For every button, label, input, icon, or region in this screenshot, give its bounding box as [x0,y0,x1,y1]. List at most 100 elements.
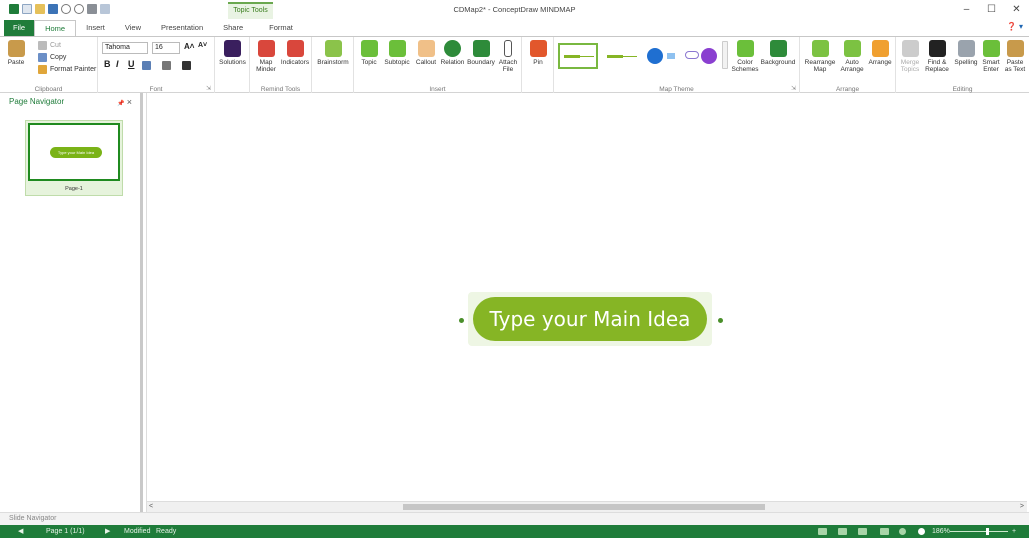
align-icon[interactable] [142,61,151,70]
zoom-slider[interactable] [950,531,1008,532]
zoom-in-icon[interactable]: + [1012,525,1016,538]
save-icon[interactable] [48,4,58,14]
app-icon[interactable] [9,4,19,14]
callout-button[interactable]: Callout [413,40,439,66]
page-thumbnail[interactable]: Type your Main Idea Page-1 [25,120,123,196]
map-canvas[interactable]: Type your Main Idea < > [146,93,1029,512]
background-label: Background [760,59,796,66]
view-dot-icon[interactable] [918,528,925,535]
spelling-button[interactable]: Spelling [953,40,979,66]
highlight-color-icon[interactable] [162,61,171,70]
view-presentation-icon[interactable] [880,528,889,535]
bold-button[interactable]: B [104,59,111,69]
background-button[interactable]: Background [760,40,796,66]
find-replace-button[interactable]: Find & Replace [922,40,952,73]
italic-button[interactable]: I [116,59,119,69]
merge-topics-button[interactable]: Merge Topics [898,40,922,73]
brainstorm-label: Brainstorm [317,59,349,66]
scroll-left-icon[interactable]: < [149,502,153,512]
font-size-select[interactable]: 16 [152,42,180,54]
undo-icon[interactable] [61,4,71,14]
pin-button[interactable]: Pin [528,40,548,66]
solutions-button[interactable]: Solutions [217,40,248,66]
horizontal-scrollbar[interactable]: < > [147,501,1027,512]
tab-insert[interactable]: Insert [76,20,115,36]
tab-file[interactable]: File [4,20,35,36]
close-panel-icon[interactable]: × [127,97,132,107]
map-theme-dialog-launcher-icon[interactable]: ⇲ [791,85,796,92]
scroll-right-icon[interactable]: > [1020,502,1024,512]
right-add-handle[interactable] [718,318,723,323]
font-dialog-launcher-icon[interactable]: ⇲ [206,85,211,92]
topic-button[interactable]: Topic [358,40,380,66]
new-file-icon[interactable] [22,4,32,14]
underline-button[interactable]: U [128,59,135,69]
thumbnail-main-topic: Type your Main Idea [50,147,102,158]
grow-font-button[interactable]: A˄ [184,42,194,51]
format-painter-button[interactable]: Format Painter [38,65,96,74]
tab-format[interactable]: Format [259,20,303,36]
callout-icon [417,40,435,57]
indicators-button[interactable]: Indicators [281,40,309,66]
auto-arrange-button[interactable]: Auto Arrange [838,40,866,73]
font-color-icon[interactable] [182,61,191,70]
rearrange-map-button[interactable]: Rearrange Map [803,40,837,73]
view-circle-icon[interactable] [899,528,906,535]
slide-navigator-tab[interactable]: Slide Navigator [0,512,1029,525]
copy-icon [38,53,47,62]
arrange-button[interactable]: Arrange [866,40,894,66]
maximize-button[interactable]: ☐ [979,0,1004,19]
shrink-font-button[interactable]: A˅ [198,42,207,49]
view-fit-icon[interactable] [858,528,867,535]
brainstorm-button[interactable]: Brainstorm [315,40,351,66]
group-arrange: Rearrange Map Auto Arrange Arrange Arran… [800,37,896,94]
left-add-handle[interactable] [459,318,464,323]
close-button[interactable]: ✕ [1004,0,1029,19]
open-icon[interactable] [35,4,45,14]
map-theme-group-label: Map Theme [659,86,694,93]
theme-blue-circle[interactable] [642,43,682,69]
group-editing: Merge Topics Find & Replace Spelling Sma… [896,37,1029,94]
font-family-select[interactable]: Tahoma [102,42,148,54]
view-normal-icon[interactable] [818,528,827,535]
print-preview-icon[interactable] [100,4,110,14]
view-outline-icon[interactable] [838,528,847,535]
theme-purple-ellipse[interactable] [682,43,722,69]
attach-file-button[interactable]: Attach File [497,40,519,73]
copy-button[interactable]: Copy [38,53,66,62]
relation-button[interactable]: Relation [439,40,466,66]
theme-gallery-scroll-icon[interactable] [722,41,728,69]
cut-button[interactable]: Cut [38,41,61,50]
main-topic[interactable]: Type your Main Idea [468,292,712,346]
arrange-label: Arrange [868,59,892,66]
theme-green-line[interactable] [558,43,598,69]
brainstorm-icon [324,40,342,57]
paste-button[interactable]: Paste [4,40,28,66]
paste-as-text-button[interactable]: Paste as Text [1003,40,1027,73]
next-page-icon[interactable]: ▶ [105,525,110,538]
minimize-button[interactable]: – [954,0,979,19]
subtopic-button[interactable]: Subtopic [382,40,412,66]
main-topic-text[interactable]: Type your Main Idea [473,297,707,341]
tab-share[interactable]: Share [213,20,253,36]
map-minder-button[interactable]: Map Minder [254,40,278,73]
merge-topics-icon [901,40,919,57]
color-schemes-button[interactable]: Color Schemes [730,40,760,73]
print-icon[interactable] [87,4,97,14]
theme-green-branch[interactable] [602,43,642,69]
help-icon[interactable]: ❓ ▾ [1007,22,1023,31]
boundary-button[interactable]: Boundary [466,40,496,66]
smart-enter-button[interactable]: Smart Enter [979,40,1003,73]
scrollbar-thumb[interactable] [403,504,765,510]
tab-home[interactable]: Home [34,20,77,36]
copy-label: Copy [50,54,67,61]
zoom-slider-knob[interactable] [986,528,989,535]
pin-panel-icon[interactable]: 📌 [117,101,124,107]
previous-page-icon[interactable]: ◀ [18,525,23,538]
tab-view[interactable]: View [115,20,151,36]
scissors-icon [38,41,47,50]
tab-presentation[interactable]: Presentation [151,20,213,36]
topic-tools-contextual-tab[interactable]: Topic Tools [228,2,273,19]
editing-group-label: Editing [952,86,973,93]
redo-icon[interactable] [74,4,84,14]
